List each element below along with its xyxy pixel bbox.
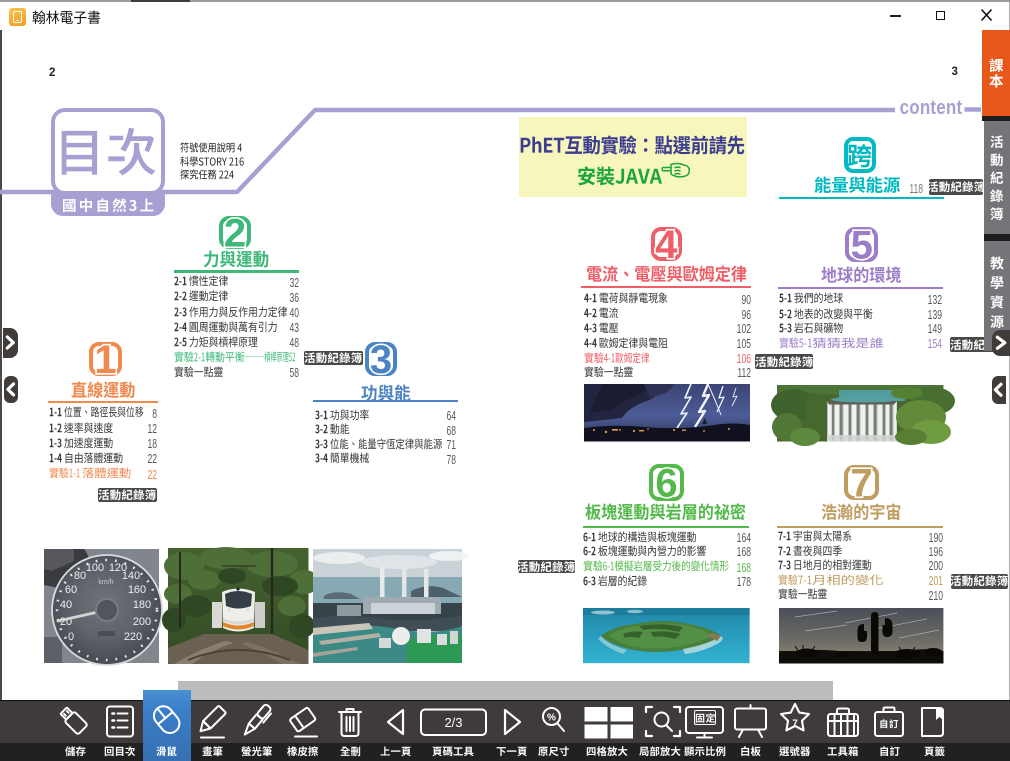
svg-text:km/h: km/h (98, 579, 113, 586)
svg-text:60: 60 (65, 584, 77, 596)
svg-text:100: 100 (86, 562, 104, 574)
svg-text:180: 180 (133, 599, 151, 611)
svg-text:40: 40 (60, 599, 72, 611)
svg-text:140: 140 (122, 570, 140, 582)
svg-text:220: 220 (124, 631, 142, 643)
svg-text:200: 200 (133, 616, 151, 628)
svg-text:80: 80 (74, 570, 86, 582)
svg-text:%: % (547, 713, 556, 724)
svg-text:0: 0 (68, 631, 74, 643)
svg-text:160: 160 (128, 584, 146, 596)
svg-text:7: 7 (792, 719, 798, 730)
